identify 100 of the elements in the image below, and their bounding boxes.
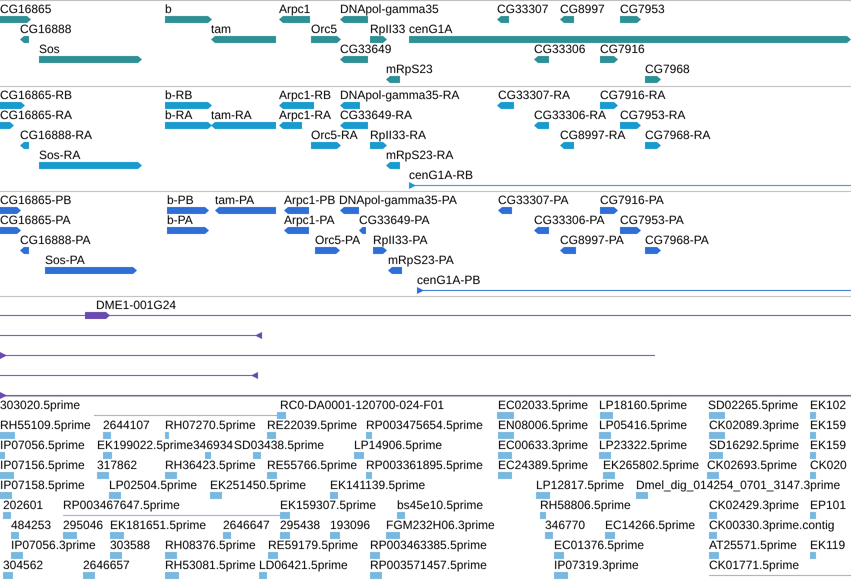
feature-glyph (0, 492, 12, 499)
feature-label: CK02429.3prime (709, 498, 800, 512)
feature-label: LP05416.5prime (599, 418, 688, 432)
feature-glyph (545, 532, 553, 539)
feature-glyph (267, 432, 276, 439)
feature-glyph (366, 472, 372, 479)
feature-label: CG8997-RA (560, 128, 626, 142)
feature-label: 346770 (545, 518, 586, 532)
feature-label: RP003467647.5prime (63, 498, 180, 512)
feature-label: EC24389.5prime (498, 458, 588, 472)
feature-glyph (97, 472, 109, 479)
feature-glyph (636, 492, 648, 499)
feature-label: EK141139.5prime (330, 478, 426, 492)
feature-glyph (11, 532, 19, 539)
feature-glyph (223, 532, 231, 539)
feature-label: tam (211, 22, 232, 36)
feature-label: CG33306 (534, 42, 586, 56)
feature-glyph (498, 472, 512, 479)
feature-label: 202601 (3, 498, 44, 512)
feature-label: b-PA (167, 213, 193, 227)
feature-glyph (599, 432, 611, 439)
feature-label: EK251450.5prime (210, 478, 306, 492)
feature-label: CG16888-RA (20, 128, 92, 142)
feature-glyph (497, 412, 514, 419)
feature-glyph (0, 432, 15, 439)
feature-glyph (103, 452, 112, 459)
feature-label: EC00633.3prime (498, 438, 588, 452)
feature-label: mRpS23-RA (386, 148, 454, 162)
feature-label: SD02265.5prime (708, 398, 798, 412)
feature-label: CG8997-PA (560, 233, 624, 247)
feature-label: DNApol-gamma35 (340, 2, 439, 16)
feature-glyph (83, 572, 95, 579)
feature-label: CG33307 (497, 2, 548, 16)
feature-label: Arpc1-PB (284, 193, 336, 207)
feature-glyph (540, 512, 546, 519)
feature-glyph (599, 452, 611, 459)
feature-label: Sos-PA (45, 253, 85, 267)
feature-label: 303020.5prime (0, 398, 80, 412)
feature-label: Orc5-PA (315, 233, 360, 247)
feature-label: SD16292.5prime (709, 438, 800, 452)
feature-label: EK159307.5prime (280, 498, 376, 512)
feature-glyph (810, 552, 816, 559)
feature-label: FGM232H06.3prime (386, 518, 495, 532)
feature-glyph (165, 552, 177, 559)
feature-glyph (810, 432, 816, 439)
feature-label: RP003361895.5prime (366, 458, 483, 472)
feature-label: tam-PA (215, 193, 254, 207)
feature-label: RH53081.5prime (165, 558, 256, 572)
feature-label: RH58806.5prime (540, 498, 631, 512)
feature-label: 346934 (193, 438, 234, 452)
feature-label: 2646657 (83, 558, 130, 572)
feature-glyph (268, 552, 278, 559)
feature-glyph (3, 512, 11, 519)
feature-label: 2646647 (223, 518, 270, 532)
feature-label: RP003571457.5prime (370, 558, 487, 572)
feature-label: IP07056.3prime (11, 538, 96, 552)
feature-glyph (0, 472, 14, 479)
feature-label: RE22039.5prime (267, 418, 358, 432)
feature-glyph (600, 412, 613, 419)
feature-label: CG8997 (560, 2, 605, 16)
feature-label: LP23322.5prime (599, 438, 688, 452)
feature-label: LP02504.5prime (109, 478, 198, 492)
feature-label: CG16865-PB (0, 193, 72, 207)
feature-glyph (210, 492, 222, 499)
feature-label: mRpS23 (386, 62, 433, 76)
feature-label: CG33649-PA (359, 213, 430, 227)
feature-label: CG7916-RA (600, 88, 666, 102)
feature-label: CG7953 (620, 2, 665, 16)
feature-label: bs45e10.5prime (397, 498, 484, 512)
feature-glyph (165, 572, 179, 579)
feature-label: LP18160.5prime (599, 398, 688, 412)
feature-glyph (0, 452, 5, 459)
feature-label: EK181651.5prime (110, 518, 206, 532)
feature-glyph (709, 552, 719, 559)
feature-label: CG16888-PA (20, 233, 90, 247)
feature-glyph (707, 472, 719, 479)
feature-label: RH55109.5prime (0, 418, 91, 432)
feature-label: RpII33-PA (373, 233, 428, 247)
feature-label: mRpS23-PA (388, 253, 454, 267)
feature-label: 295438 (280, 518, 320, 532)
feature-label: CG16888 (20, 22, 72, 36)
feature-label: EN08006.5prime (498, 418, 588, 432)
feature-label: CG7968-PA (645, 233, 709, 247)
feature-label: CK020 (810, 458, 847, 472)
feature-label: DNApol-gamma35-PA (339, 193, 457, 207)
feature-label: Arpc1-PA (284, 213, 334, 227)
feature-glyph (253, 452, 261, 459)
feature-label: CK02089.3prime (709, 418, 800, 432)
feature-label: CG16865-RB (0, 88, 72, 102)
feature-label: CK02693.5prime (707, 458, 798, 472)
feature-label: RH07270.5prime (165, 418, 256, 432)
feature-label: LP14906.5prime (354, 438, 442, 452)
feature-label: DNApol-gamma35-RA (340, 88, 460, 102)
feature-glyph (330, 492, 338, 499)
feature-label: EK102 (810, 398, 846, 412)
feature-label: IP07158.5prime (0, 478, 85, 492)
feature-label: RC0-DA0001-120700-024-F01 (280, 398, 444, 412)
feature-label: CG33307-RA (498, 88, 570, 102)
feature-label: EP101 (810, 498, 846, 512)
feature-label: CG33649-RA (340, 108, 412, 122)
